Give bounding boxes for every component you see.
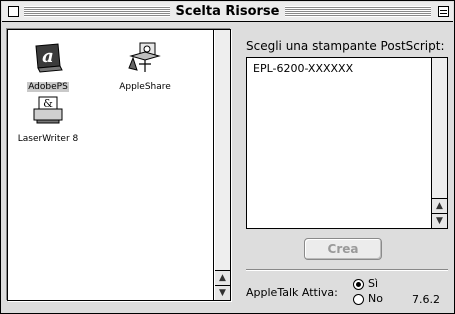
printer-prompt: Scegli una stampante PostScript:: [246, 39, 445, 53]
appletalk-off-radio[interactable]: [353, 294, 364, 305]
printer-list-scrollbar[interactable]: ▲ ▼: [431, 58, 447, 228]
laserwriter-icon: &: [33, 96, 63, 124]
driver-list-scrollbar[interactable]: ▲ ▼: [215, 30, 230, 300]
driver-list[interactable]: a AdobePS AppleShare & LaserWriter 8 ▲ ▼: [7, 29, 231, 301]
scroll-up-arrow-icon[interactable]: ▲: [432, 198, 447, 213]
appletalk-on-label[interactable]: Sì: [368, 278, 378, 290]
close-box[interactable]: [8, 6, 19, 17]
appletalk-on-radio[interactable]: [353, 279, 364, 290]
svg-text:&: &: [43, 97, 53, 110]
version-label: 7.6.2: [412, 293, 440, 306]
scroll-up-arrow-icon[interactable]: ▲: [215, 270, 230, 285]
title-bar[interactable]: Scelta Risorse: [2, 2, 453, 22]
driver-item-adobeps[interactable]: a AdobePS: [11, 40, 85, 93]
window-title: Scelta Risorse: [169, 4, 286, 19]
divider: [246, 269, 448, 271]
appletalk-off-label[interactable]: No: [368, 293, 383, 305]
scroll-down-arrow-icon[interactable]: ▼: [215, 285, 230, 300]
svg-text:a: a: [42, 46, 54, 67]
driver-label: LaserWriter 8: [17, 134, 79, 144]
appletalk-label: AppleTalk Attiva:: [246, 286, 338, 299]
collapse-box[interactable]: [438, 6, 449, 17]
driver-icon-area: a AdobePS AppleShare & LaserWriter 8: [8, 30, 214, 300]
appleshare-icon: [128, 42, 161, 72]
printer-item[interactable]: EPL-6200-XXXXXX: [253, 62, 353, 75]
scroll-down-arrow-icon[interactable]: ▼: [432, 213, 447, 228]
driver-item-appleshare[interactable]: AppleShare: [108, 40, 182, 93]
create-button[interactable]: Crea: [304, 238, 382, 260]
adobeps-icon: a: [35, 43, 63, 73]
printer-list[interactable]: EPL-6200-XXXXXX ▲ ▼: [246, 57, 448, 229]
driver-label: AppleShare: [119, 82, 171, 92]
driver-label: AdobePS: [27, 82, 69, 92]
chooser-window: Scelta Risorse a AdobePS AppleShare & La…: [0, 0, 455, 314]
driver-item-laserwriter[interactable]: & LaserWriter 8: [11, 94, 85, 145]
